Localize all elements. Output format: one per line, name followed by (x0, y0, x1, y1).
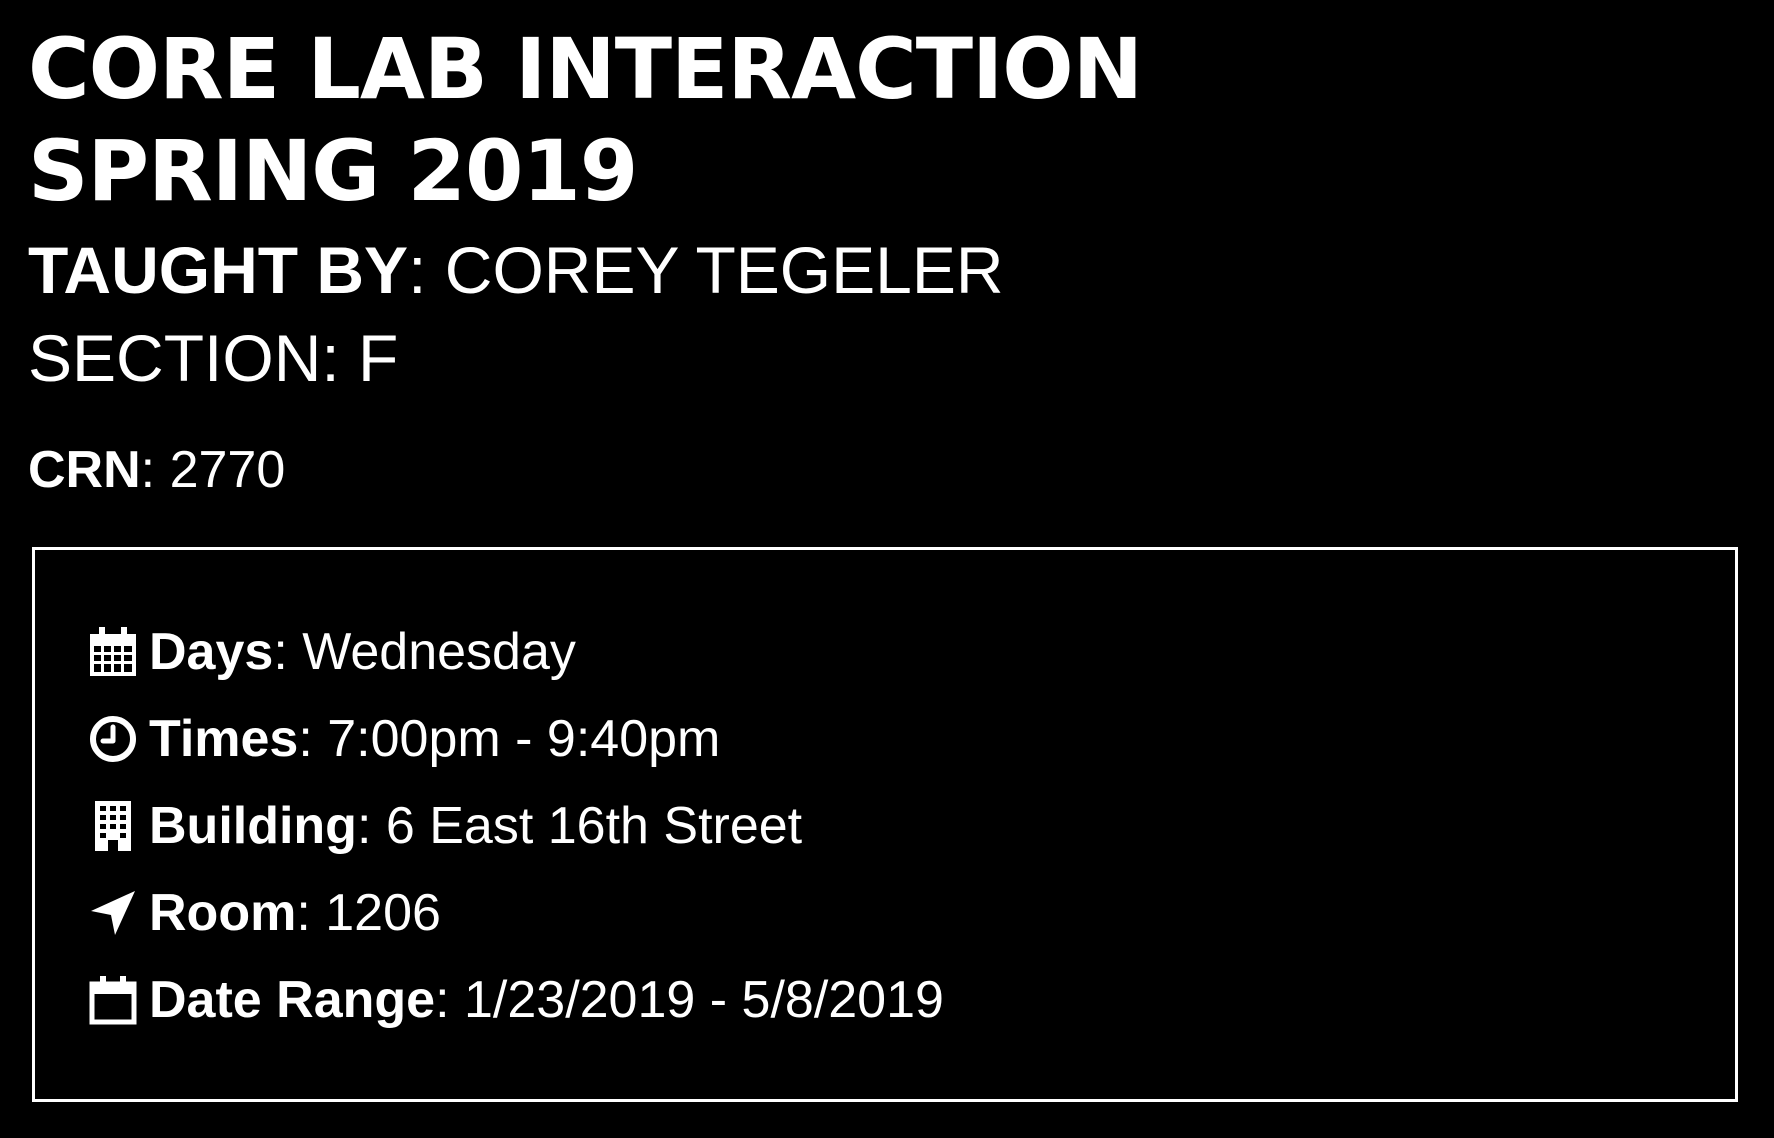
times-label: Times (149, 710, 299, 768)
detail-row-days: Days: Wednesday (87, 622, 576, 682)
date-range-label: Date Range (149, 971, 436, 1029)
section-label: SECTION: (28, 321, 340, 395)
building-icon (87, 800, 139, 852)
crn-line: CRN: 2770 (28, 441, 286, 499)
section-value: F (358, 321, 399, 395)
calendar-grid-icon (87, 626, 139, 678)
section-line: SECTION: F (28, 318, 398, 398)
detail-row-building: Building: 6 East 16th Street (87, 796, 802, 856)
room-label: Room (149, 884, 297, 942)
instructor-name: COREY TEGELER (444, 233, 1004, 307)
location-arrow-icon (87, 887, 139, 939)
date-range-value: 1/23/2019 - 5/8/2019 (463, 971, 944, 1029)
days-label: Days (149, 623, 274, 681)
taught-by-label: TAUGHT BY (28, 233, 409, 307)
detail-row-room: Room: 1206 (87, 883, 441, 943)
detail-row-date-range: Date Range: 1/23/2019 - 5/8/2019 (87, 970, 944, 1030)
course-title-line1: CORE LAB INTERACTION (28, 20, 1143, 118)
building-label: Building (149, 797, 357, 855)
days-value: Wednesday (302, 623, 576, 681)
calendar-icon (87, 974, 139, 1026)
instructor-line: TAUGHT BY: COREY TEGELER (28, 233, 1004, 307)
clock-icon (87, 713, 139, 765)
building-value: 6 East 16th Street (385, 797, 803, 855)
crn-value: 2770 (169, 441, 286, 499)
crn-label: CRN (28, 441, 141, 499)
course-title: CORE LAB INTERACTION SPRING 2019 (28, 18, 1143, 222)
times-value: 7:00pm - 9:40pm (327, 710, 721, 768)
detail-row-times: Times: 7:00pm - 9:40pm (87, 709, 720, 769)
room-value: 1206 (325, 884, 441, 942)
course-details-box: Days: Wednesday Times: 7:00pm - 9:40pm B… (32, 547, 1738, 1102)
course-title-line2: SPRING 2019 (28, 122, 638, 220)
